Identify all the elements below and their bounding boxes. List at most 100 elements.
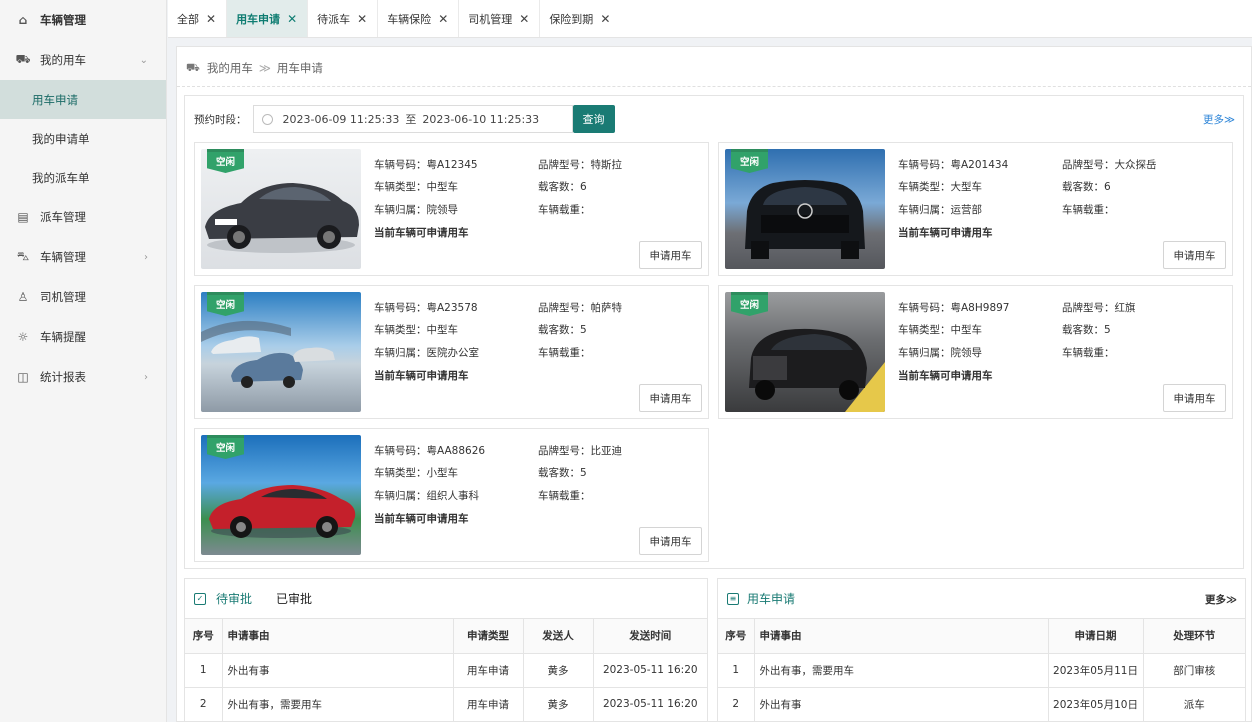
type-label: 车辆类型：: [374, 181, 427, 194]
more-link[interactable]: 更多≫: [1205, 592, 1237, 607]
apply-button[interactable]: 申请用车: [1163, 241, 1226, 269]
table-row[interactable]: 1 外出有事 用车申请 黄多 2023-05-11 16:20: [185, 653, 707, 688]
sidebar-sub-my-dispatch[interactable]: 我的派车单: [0, 158, 166, 197]
sidebar-item-label: 车辆管理: [40, 250, 86, 264]
home-icon: ⌂: [18, 13, 28, 27]
filter-label: 预约时段：: [194, 113, 247, 126]
close-icon[interactable]: ✕: [438, 12, 448, 26]
apply-button[interactable]: 申请用车: [639, 241, 702, 269]
column-header: 处理环节: [1143, 619, 1245, 654]
type-value: 中型车: [426, 181, 459, 194]
date-end[interactable]: 2023-06-10 11:25:33: [422, 113, 539, 126]
approval-panel: ✓ 待审批 已审批 序号 申请事由 申请类型 发送人 发送时间 1 外出有事 用…: [184, 578, 708, 722]
cell-date: 2023年05月10日: [1048, 687, 1144, 722]
cell-index: 2: [718, 687, 755, 722]
table-row[interactable]: 1 外出有事，需要用车 2023年05月11日 部门审核: [718, 653, 1245, 688]
tab-approved[interactable]: 已审批: [276, 590, 312, 607]
chart-icon: ◫: [17, 370, 29, 384]
car-list-box: 预约时段： 2023-06-09 11:25:33 至 2023-06-10 1…: [184, 95, 1244, 569]
sidebar-item-reports[interactable]: ◫ 统计报表 ›: [0, 357, 166, 397]
tab-all[interactable]: 全部 ✕: [168, 0, 228, 37]
sidebar-title[interactable]: ⌂ 车辆管理: [0, 0, 166, 40]
chevron-right-icon: ›: [144, 371, 148, 383]
plate-value: 粤AA88626: [426, 444, 486, 457]
owner-value: 院领导: [950, 346, 983, 359]
sidebar: ⌂ 车辆管理 ⛟ 我的用车 ⌄ 用车申请 我的申请单 我的派车单 ▤ 派车管理 …: [0, 0, 167, 722]
load-label: 车辆载重：: [538, 489, 591, 502]
close-icon[interactable]: ✕: [357, 12, 367, 26]
owner-value: 医院办公室: [426, 346, 480, 359]
breadcrumb-root[interactable]: 我的用车: [207, 60, 253, 76]
sidebar-item-dispatch[interactable]: ▤ 派车管理: [0, 197, 166, 237]
cell-time: 2023-05-11 16:20: [593, 653, 707, 688]
table-row[interactable]: 2 外出有事，需要用车 用车申请 黄多 2023-05-11 16:20: [185, 687, 707, 722]
cell-sender: 黄多: [523, 687, 594, 722]
user-icon: ♙: [17, 290, 29, 304]
type-label: 车辆类型：: [898, 181, 951, 194]
seats-value: 6: [1104, 181, 1111, 194]
car-icon: ⛟: [15, 52, 31, 66]
car-info: 车辆号码：粤A8H9897 品牌型号：红旗 车辆类型：中型车 载客数：5 车辆归属：…: [898, 296, 1228, 387]
tab-car-apply[interactable]: 用车申请 ✕: [227, 0, 309, 37]
sidebar-sub-car-apply[interactable]: 用车申请: [0, 80, 166, 119]
date-range-input[interactable]: 2023-06-09 11:25:33 至 2023-06-10 11:25:3…: [252, 105, 573, 133]
sidebar-item-drivers[interactable]: ♙ 司机管理: [0, 277, 166, 317]
seats-value: 5: [1104, 324, 1111, 337]
plate-value: 粤A201434: [950, 158, 1009, 171]
load-label: 车辆载重：: [538, 346, 591, 359]
seats-label: 载客数：: [538, 324, 580, 337]
divider: [177, 86, 1251, 87]
car-info: 车辆号码：粤A12345 品牌型号：特斯拉 车辆类型：中型车 载客数：6 车辆归属：…: [374, 153, 704, 244]
plate-label: 车辆号码：: [374, 158, 427, 171]
close-icon[interactable]: ✕: [206, 12, 216, 26]
apply-button[interactable]: 申请用车: [639, 527, 702, 555]
plate-value: 粤A23578: [426, 301, 478, 314]
cell-index: 1: [185, 653, 223, 688]
tab-label: 用车申请: [236, 12, 281, 26]
status-badge: 空闲: [731, 292, 768, 316]
owner-value: 组织人事科: [426, 489, 480, 502]
close-icon[interactable]: ✕: [519, 12, 529, 26]
close-icon[interactable]: ✕: [287, 12, 297, 26]
close-icon[interactable]: ✕: [600, 12, 610, 26]
sidebar-item-vehicles[interactable]: ⛍ 车辆管理 ›: [0, 237, 166, 277]
tab-pending-approval[interactable]: 待审批: [216, 590, 252, 607]
tab-label: 全部: [177, 12, 199, 26]
sidebar-item-label: 司机管理: [40, 290, 86, 304]
tab-pending-dispatch[interactable]: 待派车 ✕: [308, 0, 379, 37]
sidebar-item-my-car[interactable]: ⛟ 我的用车 ⌄: [0, 40, 166, 80]
apply-button[interactable]: 申请用车: [1163, 384, 1226, 412]
bell-icon: ☼: [17, 330, 29, 344]
brand-value: 大众探岳: [1114, 158, 1157, 171]
type-value: 大型车: [950, 181, 983, 194]
cell-type: 用车申请: [453, 687, 524, 722]
breadcrumb-current: 用车申请: [276, 61, 323, 75]
seats-value: 5: [580, 467, 587, 480]
owner-value: 运营部: [950, 203, 983, 216]
car-card: 空闲 车辆号码：粤A12345 品牌型号：特斯拉 车辆类型：中型车 载客数：6 车辆…: [194, 142, 709, 276]
more-link[interactable]: 更多≫: [1203, 112, 1235, 127]
breadcrumb-separator: ≫: [258, 61, 271, 75]
tab-insurance-expiry[interactable]: 保险到期 ✕: [540, 0, 620, 37]
tab-insurance[interactable]: 车辆保险 ✕: [378, 0, 460, 37]
status-badge: 空闲: [731, 149, 768, 173]
seats-value: 6: [580, 181, 587, 194]
table-row[interactable]: 2 外出有事 2023年05月10日 派车: [718, 687, 1245, 722]
car-card: 空闲 车辆号码：粤A23578 品牌型号：帕萨特 车辆类型：中型车 载客数：5 车辆…: [194, 285, 709, 419]
vehicle-icon: ⛍: [16, 249, 30, 263]
tab-drivers[interactable]: 司机管理 ✕: [459, 0, 541, 37]
sidebar-item-reminders[interactable]: ☼ 车辆提醒: [0, 317, 166, 357]
brand-label: 品牌型号：: [1062, 158, 1115, 171]
column-header: 申请日期: [1048, 619, 1144, 654]
seats-value: 5: [580, 324, 587, 337]
apply-button[interactable]: 申请用车: [639, 384, 702, 412]
sidebar-sub-my-applications[interactable]: 我的申请单: [0, 119, 166, 158]
seats-label: 载客数：: [538, 467, 580, 480]
cell-reason: 外出有事: [222, 653, 454, 688]
plate-label: 车辆号码：: [374, 301, 427, 314]
car-photo: 空闲: [201, 292, 361, 412]
date-start[interactable]: 2023-06-09 11:25:33: [283, 113, 400, 126]
cell-index: 1: [718, 653, 755, 688]
query-button[interactable]: 查询: [572, 105, 615, 133]
load-label: 车辆载重：: [538, 203, 591, 216]
